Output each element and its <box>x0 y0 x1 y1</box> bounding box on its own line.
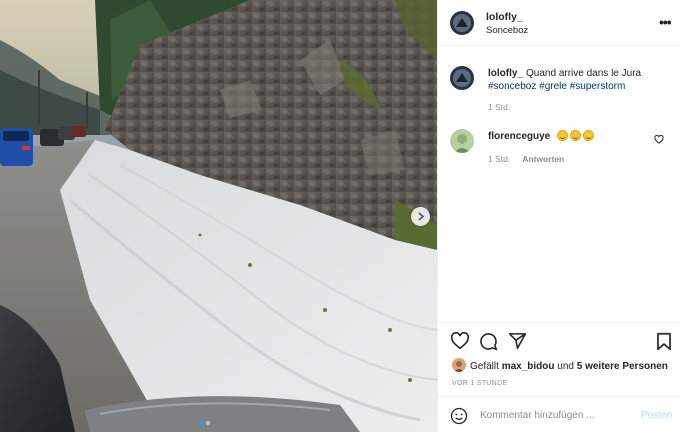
emoji-picker-button[interactable] <box>450 407 468 428</box>
share-button[interactable] <box>508 332 527 353</box>
commenter-username[interactable]: florenceguye <box>488 131 550 142</box>
post-comment-button[interactable]: Posten <box>641 410 672 421</box>
commenter-avatar-image <box>450 129 474 153</box>
next-slide-button[interactable] <box>411 207 430 226</box>
post-caption: lolofly_ Quand arrive dans le Jura #sonce… <box>488 67 668 93</box>
caption-avatar-image <box>450 66 474 90</box>
heart-outline-icon <box>654 134 664 144</box>
author-username[interactable]: lolofly_ <box>486 11 523 23</box>
comment-like-button[interactable] <box>654 134 664 147</box>
comment-meta: 1 Std. Antworten <box>488 154 564 164</box>
other-likers-link[interactable]: 5 weitere Personen <box>577 361 668 372</box>
hail-road-photo <box>0 0 437 432</box>
author-avatar[interactable] <box>450 11 474 35</box>
caption-author-avatar[interactable] <box>450 66 474 90</box>
caption-text: Quand arrive dans le Jura <box>526 68 642 79</box>
liker-avatar-image <box>452 358 466 372</box>
bookmark-icon <box>657 332 671 351</box>
post-location[interactable]: Sonceboz <box>486 25 528 36</box>
post-timestamp[interactable]: VOR 1 STUNDE <box>452 380 507 387</box>
add-comment-bar: Posten <box>438 396 680 432</box>
instagram-post-view: lolofly_ Sonceboz ••• lolofly_ Quand arri… <box>0 0 680 432</box>
save-button[interactable] <box>656 332 672 354</box>
comment-item: florenceguye <box>488 130 596 142</box>
hashtag-link[interactable]: #grele <box>539 81 567 92</box>
reply-button[interactable]: Antworten <box>522 154 564 164</box>
grinning-face-emoji-icon <box>583 130 595 141</box>
post-photo[interactable] <box>0 0 437 432</box>
hashtag-link[interactable]: #sonceboz <box>488 81 536 92</box>
carousel-dot <box>206 421 210 425</box>
likes-conjunction: und <box>554 361 577 372</box>
heart-icon <box>450 331 470 350</box>
carousel-dot-active <box>199 421 203 425</box>
grinning-face-emoji-icon <box>570 130 582 141</box>
comment-button[interactable] <box>479 332 498 354</box>
caption-timestamp: 1 Std. <box>488 102 511 112</box>
comment-timestamp: 1 Std. <box>488 154 511 164</box>
commenter-avatar[interactable] <box>450 129 474 153</box>
author-avatar-image <box>450 11 474 35</box>
carousel-indicator <box>199 421 210 425</box>
likes-prefix: Gefällt <box>470 361 502 372</box>
chevron-right-icon <box>417 212 424 221</box>
likes-summary: Gefällt max_bidou und 5 weitere Personen <box>452 358 668 372</box>
liker-avatar[interactable] <box>452 358 466 372</box>
hashtag-link[interactable]: #superstorm <box>570 81 626 92</box>
smiley-icon <box>450 407 468 425</box>
caption-username[interactable]: lolofly_ <box>488 68 523 79</box>
speech-bubble-icon <box>480 333 498 351</box>
post-header: lolofly_ Sonceboz ••• <box>438 0 680 46</box>
post-side-panel: lolofly_ Sonceboz ••• lolofly_ Quand arri… <box>437 0 680 432</box>
grinning-face-emoji-icon <box>557 130 569 141</box>
like-button[interactable] <box>450 331 470 353</box>
more-options-button[interactable]: ••• <box>659 14 672 30</box>
comment-input[interactable] <box>480 406 630 424</box>
liker-username[interactable]: max_bidou <box>502 361 555 372</box>
post-actions: Gefällt max_bidou und 5 weitere Personen… <box>438 322 680 432</box>
paper-plane-icon <box>508 333 527 349</box>
